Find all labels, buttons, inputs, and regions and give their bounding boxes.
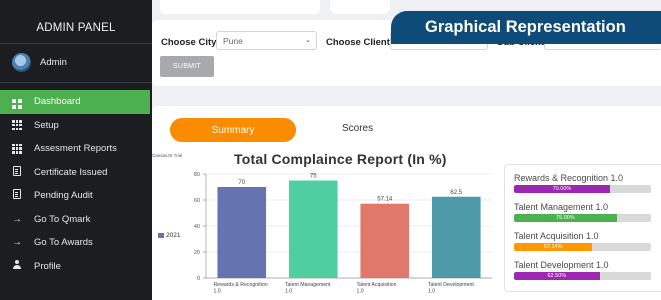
sidebar-item-label: Certificate Issued: [34, 166, 108, 178]
data-label: 62.5: [450, 190, 462, 196]
avatar: [12, 53, 31, 72]
sidebar-item-label: Go To Awards: [34, 237, 93, 249]
person-icon: [10, 259, 24, 273]
progress-label: Talent Acquisition 1.0: [514, 231, 599, 241]
client-label: Choose Client:: [326, 37, 394, 48]
progress-text: 57.14%: [543, 244, 563, 250]
arrow-right-icon: →: [12, 237, 22, 249]
y-tick-label: 40: [194, 224, 200, 230]
chart-bar: [217, 187, 267, 278]
submit-button[interactable]: SUBMIT: [160, 56, 214, 77]
progress-fill: 57.14%: [514, 243, 593, 251]
tab-summary[interactable]: Summary: [170, 118, 296, 142]
progress-bar: 57.14%: [514, 243, 651, 251]
arrow-right-icon: →: [12, 213, 22, 225]
chart-bar: [288, 180, 338, 278]
progress-text: 70.00%: [552, 186, 572, 192]
x-tick-label: Talent Management 1.0: [285, 282, 331, 295]
sidebar-item-setup[interactable]: Setup: [0, 114, 152, 138]
data-label: 70: [238, 180, 245, 186]
sidebar-item-dashboard[interactable]: Dashboard: [0, 90, 150, 114]
progress-label: Rewards & Recognition 1.0: [514, 173, 624, 183]
y-tick-label: 60: [194, 198, 200, 204]
sidebar-title: ADMIN PANEL: [36, 22, 116, 34]
sidebar-item-label: Go To Qmark: [34, 213, 91, 225]
user-profile[interactable]: Admin: [12, 53, 67, 72]
dashboard-icon: [10, 95, 24, 109]
bar-chart: 0 20 40 60 80 70 Rewards & Recognition 1.0 75 Tal…: [194, 172, 492, 295]
sidebar-divider: [0, 43, 152, 44]
sidebar: ADMIN PANEL Admin Dashboard Setup Assesm…: [0, 0, 152, 300]
progress-bar: 75.00%: [514, 214, 651, 222]
grid-icon: [10, 120, 24, 131]
y-tick-label: 0: [197, 276, 200, 282]
canvasjs-trial-label: CanvasJS Trial: [152, 153, 183, 158]
sidebar-item-go-to-awards[interactable]: → Go To Awards: [0, 231, 152, 255]
progress-text: 62.50%: [547, 273, 567, 279]
top-card: [330, 0, 390, 14]
legend-swatch: [158, 233, 164, 238]
sidebar-nav: Dashboard Setup Assesment Reports Certif…: [0, 90, 152, 278]
document-icon: [10, 165, 24, 179]
main-content: Choose City: Pune ⌄ Choose Client: Avina…: [152, 0, 661, 300]
x-tick-label: Rewards & Recognition 1.0: [213, 282, 267, 295]
data-label: 57.14: [377, 197, 393, 203]
city-select-value: Pune: [223, 36, 243, 46]
progress-fill: 62.50%: [514, 272, 600, 280]
graphical-representation-banner: Graphical Representation: [391, 11, 661, 44]
progress-label: Talent Management 1.0: [514, 202, 609, 212]
sidebar-item-label: Pending Audit: [34, 190, 93, 202]
sidebar-item-certificate-issued[interactable]: Certificate Issued: [0, 161, 152, 185]
chart-title: Total Complaince Report (In %): [234, 151, 447, 167]
progress-bar: 62.50%: [514, 272, 651, 280]
progress-bar: 70.00%: [514, 185, 651, 193]
top-card: [160, 0, 320, 14]
chevron-down-icon: ⌄: [305, 37, 311, 44]
grid-icon: [10, 143, 24, 154]
x-tick-label: Talent Development 1.0: [428, 282, 474, 295]
y-tick-label: 20: [194, 250, 200, 256]
progress-fill: 75.00%: [514, 214, 617, 222]
sidebar-item-label: Profile: [34, 260, 61, 272]
sidebar-item-assesment-reports[interactable]: Assesment Reports: [0, 137, 152, 161]
sidebar-item-label: Setup: [34, 119, 59, 131]
progress-panel: Rewards & Recognition 1.0 70.00% Talent …: [504, 164, 661, 292]
sidebar-item-label: Assesment Reports: [34, 143, 117, 155]
sidebar-item-profile[interactable]: Profile: [0, 255, 152, 279]
sidebar-item-pending-audit[interactable]: Pending Audit: [0, 184, 152, 208]
city-label: Choose City:: [161, 37, 220, 48]
y-tick-label: 80: [194, 172, 200, 178]
progress-item: Rewards & Recognition 1.0 70.00%: [514, 173, 651, 193]
clipboard-icon: [10, 189, 24, 202]
progress-item: Talent Acquisition 1.0 57.14%: [514, 231, 651, 251]
sidebar-item-label: Dashboard: [34, 96, 81, 108]
sidebar-divider: [0, 82, 152, 83]
tab-scores[interactable]: Scores: [342, 123, 373, 134]
chart-card: Summary Scores CanvasJS Trial Total Comp…: [152, 106, 661, 300]
x-tick-label: Talent Acquisition 1.0: [356, 282, 396, 295]
sidebar-item-go-to-qmark[interactable]: → Go To Qmark: [0, 208, 152, 232]
chart-bar: [360, 203, 410, 278]
progress-label: Talent Development 1.0: [514, 260, 609, 270]
progress-item: Talent Management 1.0 75.00%: [514, 202, 651, 222]
progress-fill: 70.00%: [514, 185, 610, 193]
user-name: Admin: [40, 57, 67, 68]
progress-text: 75.00%: [556, 215, 575, 221]
data-label: 75: [310, 174, 317, 180]
chart-bar: [431, 196, 481, 278]
progress-item: Talent Development 1.0 62.50%: [514, 260, 651, 280]
city-select[interactable]: Pune ⌄: [216, 31, 317, 50]
